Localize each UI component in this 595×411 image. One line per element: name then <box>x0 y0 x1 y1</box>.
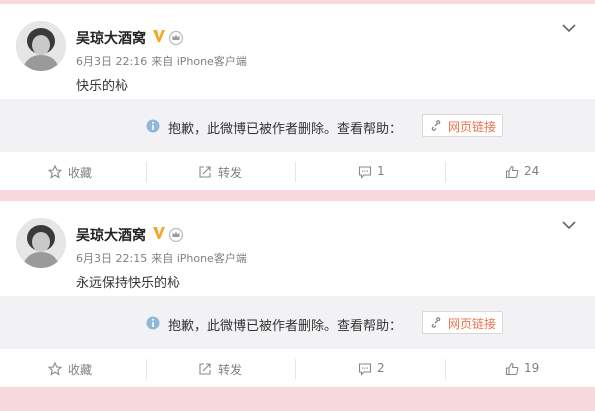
post-actions: 收藏 转发 1 24 <box>0 154 595 190</box>
favorite-label: 收藏 <box>68 363 93 377</box>
user-name[interactable]: 吴琼大酒窝 <box>76 225 146 245</box>
crown-icon[interactable] <box>168 226 184 242</box>
like-count: 24 <box>524 164 540 178</box>
info-icon <box>146 316 160 330</box>
post-date[interactable]: 6月3日 22:15 <box>76 252 147 265</box>
star-icon <box>48 362 62 376</box>
post-meta: 6月3日 22:16 来自 iPhone客户端 <box>76 53 247 69</box>
crown-icon[interactable] <box>168 29 184 45</box>
deleted-notice: 抱歉，此微博已被作者删除。查看帮助： <box>168 122 403 137</box>
post-text: 快乐的杺 <box>76 79 129 94</box>
comment-icon <box>358 363 372 376</box>
avatar[interactable] <box>16 21 66 71</box>
weibo-feed: 吴琼大酒窝 6月3日 22:16 来自 iPhone客户端 快乐的杺 抱歉，此微博… <box>0 0 595 411</box>
forward-label: 转发 <box>218 166 243 180</box>
forward-button[interactable]: 转发 <box>148 154 293 190</box>
post-meta: 6月3日 22:15 来自 iPhone客户端 <box>76 250 247 266</box>
forward-icon <box>199 166 211 178</box>
forward-label: 转发 <box>218 363 243 377</box>
comment-count: 1 <box>377 164 385 178</box>
comment-icon <box>358 166 372 179</box>
post-source: 来自 iPhone客户端 <box>151 55 247 68</box>
divider <box>146 359 147 379</box>
web-link-label: 网页链接 <box>448 317 497 331</box>
chevron-down-icon[interactable] <box>561 22 577 34</box>
user-name[interactable]: 吴琼大酒窝 <box>76 28 146 48</box>
verified-v-icon <box>153 227 165 239</box>
comment-button[interactable]: 1 <box>297 154 442 190</box>
chevron-down-icon[interactable] <box>561 219 577 231</box>
divider <box>295 359 296 379</box>
like-count: 19 <box>524 361 540 375</box>
comment-count: 2 <box>377 361 385 375</box>
comment-button[interactable]: 2 <box>297 351 442 387</box>
divider <box>295 162 296 182</box>
favorite-button[interactable]: 收藏 <box>0 154 145 190</box>
like-button[interactable]: 19 <box>446 351 591 387</box>
post-text: 永远保持快乐的杺 <box>76 276 181 291</box>
link-icon <box>431 120 441 131</box>
like-button[interactable]: 24 <box>446 154 591 190</box>
favorite-button[interactable]: 收藏 <box>0 351 145 387</box>
avatar[interactable] <box>16 218 66 268</box>
favorite-label: 收藏 <box>68 166 93 180</box>
link-icon <box>431 317 441 328</box>
post-actions: 收藏 转发 2 19 <box>0 351 595 387</box>
verified-v-icon <box>153 30 165 42</box>
web-link-button[interactable]: 网页链接 <box>422 311 503 334</box>
info-icon <box>146 119 160 133</box>
post-date[interactable]: 6月3日 22:16 <box>76 55 147 68</box>
thumbs-up-icon <box>505 165 519 179</box>
post-card: 吴琼大酒窝 6月3日 22:15 来自 iPhone客户端 永远保持快乐的杺 抱歉… <box>0 201 595 387</box>
deleted-repost-box: 抱歉，此微博已被作者删除。查看帮助： 网页链接 <box>0 99 595 152</box>
star-icon <box>48 165 62 179</box>
post-card: 吴琼大酒窝 6月3日 22:16 来自 iPhone客户端 快乐的杺 抱歉，此微博… <box>0 4 595 190</box>
web-link-button[interactable]: 网页链接 <box>422 114 503 137</box>
divider <box>146 162 147 182</box>
web-link-label: 网页链接 <box>448 120 497 134</box>
deleted-notice: 抱歉，此微博已被作者删除。查看帮助： <box>168 319 403 334</box>
post-source: 来自 iPhone客户端 <box>151 252 247 265</box>
forward-icon <box>199 363 211 375</box>
forward-button[interactable]: 转发 <box>148 351 293 387</box>
thumbs-up-icon <box>505 362 519 376</box>
deleted-repost-box: 抱歉，此微博已被作者删除。查看帮助： 网页链接 <box>0 296 595 349</box>
